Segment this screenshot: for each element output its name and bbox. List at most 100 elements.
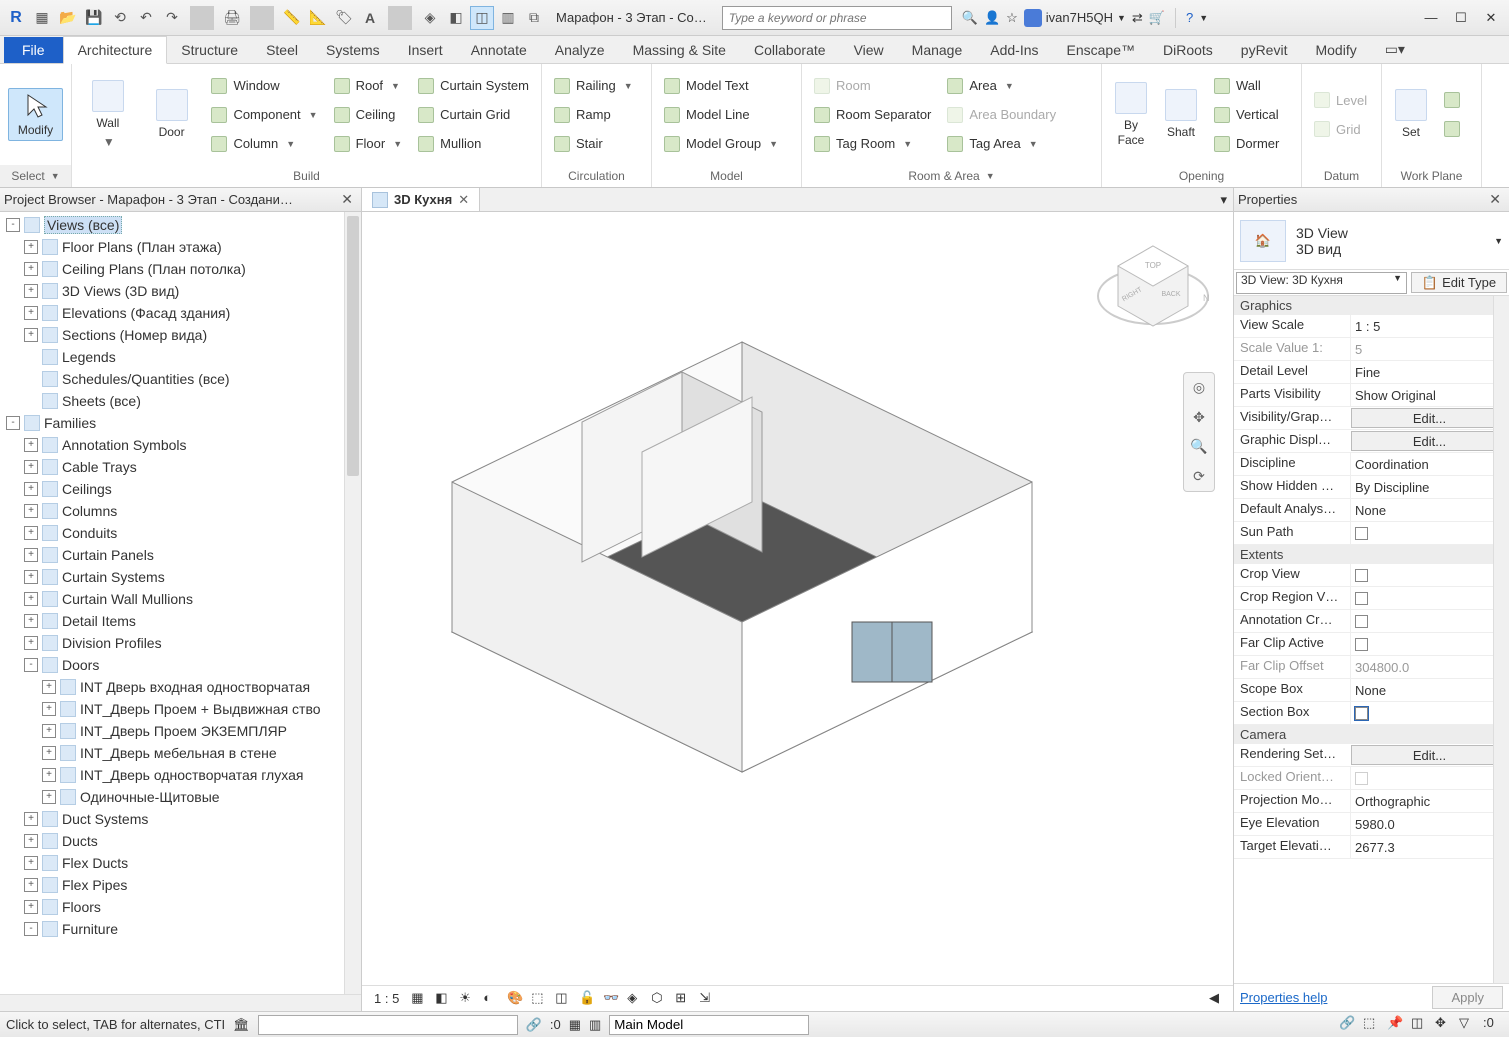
close-button[interactable]: ✕ [1477,6,1505,30]
scrollbar-horizontal[interactable] [0,994,361,1011]
expand-icon[interactable]: + [24,328,38,342]
close-icon[interactable]: ✕ [337,191,357,208]
tab-architecture[interactable]: Architecture [63,36,168,64]
unlock-icon[interactable]: 🔓 [579,990,597,1008]
tree-node[interactable]: +INT_Дверь одностворчатая глухая [0,764,361,786]
expand-icon[interactable]: + [24,900,38,914]
checkbox[interactable] [1355,615,1368,628]
tab-modify[interactable]: Modify [1301,37,1370,63]
keynotes-icon[interactable]: 👤 [984,10,1000,26]
prop-annotation-crop[interactable]: Annotation Cr… [1234,610,1509,633]
tree-node[interactable]: Sheets (все) [0,390,361,412]
tree-node[interactable]: +Ducts [0,830,361,852]
tabs-dropdown[interactable]: ▾ [1214,192,1233,208]
tree-node[interactable]: +Cable Trays [0,456,361,478]
undo-icon[interactable]: ↶ [134,6,158,30]
prop-projection-mode[interactable]: Projection Mo…Orthographic [1234,790,1509,813]
prop-section-box[interactable]: Section Box [1234,702,1509,725]
text-icon[interactable]: A [358,6,382,30]
search-input[interactable] [722,6,952,30]
steering-wheel-icon[interactable]: ◎ [1193,379,1205,396]
expand-icon[interactable]: + [42,746,56,760]
cart-icon[interactable]: 🛒 [1149,10,1165,26]
tab-enscape[interactable]: Enscape™ [1053,37,1149,63]
tree-node[interactable]: +INT Дверь входная одностворчатая [0,676,361,698]
view3d-icon[interactable]: ◈ [418,6,442,30]
prop-graphic-display[interactable]: Graphic Displ…Edit... [1234,430,1509,453]
room-separator-button[interactable]: Room Separator [810,102,935,128]
checkbox[interactable] [1355,527,1368,540]
drawing-canvas[interactable]: TOP BACK RIGHT N ◎ ✥ 🔍 ⟳ [362,212,1233,985]
save-icon[interactable]: 💾 [82,6,106,30]
prop-show-hidden[interactable]: Show Hidden …By Discipline [1234,476,1509,499]
expand-icon[interactable]: + [24,262,38,276]
tag-icon[interactable]: 🏷 [332,6,356,30]
pan-icon[interactable]: ✥ [1193,409,1205,426]
tree-node[interactable]: -Families [0,412,361,434]
group-graphics[interactable]: Graphics⌄ [1234,296,1509,315]
temp-hide-icon[interactable]: 👓 [603,990,621,1008]
tree-node[interactable]: +Одиночные-Щитовые [0,786,361,808]
collapse-icon[interactable]: - [6,416,20,430]
tree-node[interactable]: +Floors [0,896,361,918]
view-tab[interactable]: 3D Кухня ✕ [362,188,480,211]
sun-path-icon[interactable]: ☀ [459,990,477,1008]
tab-pyrevit[interactable]: pyRevit [1227,37,1302,63]
close-icon[interactable]: ✕ [458,192,469,208]
view-cube[interactable]: TOP BACK RIGHT N [1093,226,1213,346]
expand-icon[interactable]: + [24,306,38,320]
tab-systems[interactable]: Systems [312,37,394,63]
user-account[interactable]: ivan7H5QH ▼ [1024,9,1126,27]
modify-button[interactable]: Modify [8,88,63,140]
sync-icon[interactable]: ⟲ [108,6,132,30]
expand-icon[interactable]: + [42,702,56,716]
search-icon[interactable]: 🔍 [962,10,978,26]
group-extents[interactable]: Extents⌄ [1234,545,1509,564]
exchange-icon[interactable]: ⇄ [1132,10,1143,26]
shaft-button[interactable]: Shaft [1160,87,1202,141]
expand-icon[interactable]: + [24,240,38,254]
prop-target-elevation[interactable]: Target Elevati…2677.3 [1234,836,1509,859]
tab-insert[interactable]: Insert [394,37,457,63]
tab-annotate[interactable]: Annotate [457,37,541,63]
mullion-button[interactable]: Mullion [414,131,533,157]
maximize-button[interactable]: ☐ [1447,6,1475,30]
model-group-button[interactable]: Model Group▼ [660,131,782,157]
expand-icon[interactable]: + [24,570,38,584]
prop-scope-box[interactable]: Scope BoxNone [1234,679,1509,702]
checkbox[interactable] [1355,638,1368,651]
tree-node[interactable]: +INT_Дверь Проем + Выдвижная ство [0,698,361,720]
prop-rendering-settings[interactable]: Rendering Set…Edit... [1234,744,1509,767]
open-icon[interactable]: 📂 [56,6,80,30]
component-button[interactable]: Component▼ [207,102,321,128]
tab-collaborate[interactable]: Collaborate [740,37,840,63]
tree-node[interactable]: +Columns [0,500,361,522]
scrollbar-vertical[interactable] [1493,296,1509,983]
shadows-icon[interactable]: ◐ [483,990,501,1008]
tree-node[interactable]: Schedules/Quantities (все) [0,368,361,390]
tab-massing[interactable]: Massing & Site [619,37,740,63]
ramp-button[interactable]: Ramp [550,102,637,128]
browser-tree[interactable]: -Views (все)+Floor Plans (План этажа)+Ce… [0,212,361,994]
by-face-button[interactable]: By Face [1110,80,1152,149]
thin-lines-icon[interactable]: ◫ [470,6,494,30]
tree-node[interactable]: +INT_Дверь мебельная в стене [0,742,361,764]
curtain-system-button[interactable]: Curtain System [414,73,533,99]
detail-level-icon[interactable]: ▦ [411,990,429,1008]
tag-area-button[interactable]: Tag Area▼ [943,131,1060,157]
prop-far-clip-active[interactable]: Far Clip Active [1234,633,1509,656]
qat-item[interactable]: ▦ [30,6,54,30]
railing-button[interactable]: Railing▼ [550,73,637,99]
room-button[interactable]: Room [810,73,935,99]
column-button[interactable]: Column▼ [207,131,321,157]
prop-crop-region-v[interactable]: Crop Region V… [1234,587,1509,610]
edit-type-button[interactable]: 📋 Edit Type [1411,272,1507,293]
analytical-icon[interactable]: ⬡ [651,990,669,1008]
scale-display[interactable]: 1 : 5 [368,991,405,1006]
section-icon[interactable]: ◧ [444,6,468,30]
window-button[interactable]: Window [207,73,321,99]
reveal-icon[interactable]: ◈ [627,990,645,1008]
scroll-left-icon[interactable]: ◀ [1209,990,1227,1008]
navigation-bar[interactable]: ◎ ✥ 🔍 ⟳ [1183,372,1215,492]
panel-label[interactable]: Room & Area▼ [802,165,1101,187]
